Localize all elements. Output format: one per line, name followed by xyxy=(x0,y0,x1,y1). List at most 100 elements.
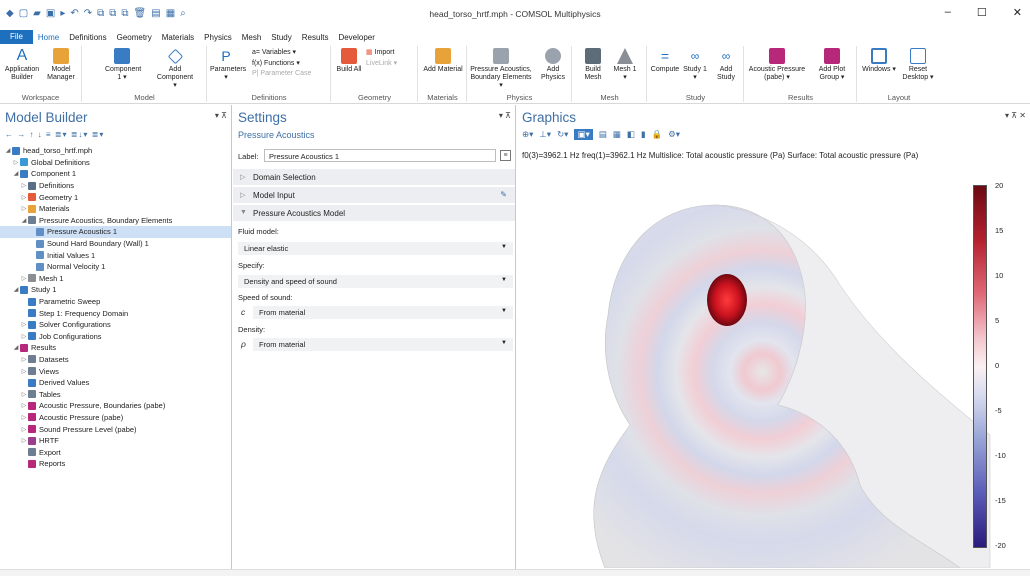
tree-node[interactable]: Normal Velocity 1 xyxy=(0,261,231,273)
tree-node[interactable]: ▷ Acoustic Pressure, Boundaries (pabe) xyxy=(0,400,231,412)
expand-arrow-icon[interactable]: ◢ xyxy=(12,170,20,177)
tree-node[interactable]: ▷ Job Configurations xyxy=(0,331,231,343)
tree-node[interactable]: Parametric Sweep xyxy=(0,296,231,308)
expand-arrow-icon[interactable]: ▷ xyxy=(20,437,28,444)
tab-mesh[interactable]: Mesh xyxy=(237,33,267,42)
tree-node[interactable]: Pressure Acoustics 1 xyxy=(0,226,231,238)
functions-button[interactable]: f(x) Functions ▾ xyxy=(252,59,300,67)
tree-node[interactable]: ▷ Views xyxy=(0,365,231,377)
tree-node[interactable]: ◢ Pressure Acoustics, Boundary Elements xyxy=(0,215,231,227)
select-box-icon[interactable]: ▤ xyxy=(599,129,607,140)
density-select[interactable]: From material ▼ xyxy=(253,338,513,351)
expand-arrow-icon[interactable]: ◢ xyxy=(12,286,20,293)
model-builder-toolbar[interactable]: ← → ↑ ↓ ≡ ≣▾ ≣↓▾ ≣▾ xyxy=(5,130,104,139)
tree-node[interactable]: Export xyxy=(0,446,231,458)
mesh1-button[interactable]: Mesh 1 ▾ xyxy=(611,48,639,82)
grid-icon[interactable]: ▦ xyxy=(613,129,621,140)
build-mesh-button[interactable]: Build Mesh xyxy=(579,48,607,82)
expand-arrow-icon[interactable]: ◢ xyxy=(20,217,28,224)
add-study-button[interactable]: ∞ Add Study xyxy=(712,48,740,82)
render-icon[interactable]: ▮ xyxy=(641,129,646,140)
tab-geometry[interactable]: Geometry xyxy=(112,33,157,42)
edit-icon[interactable]: ✎ xyxy=(500,190,507,199)
label-field[interactable]: Pressure Acoustics 1 xyxy=(264,149,496,162)
expand-arrow-icon[interactable]: ◢ xyxy=(12,344,20,351)
tree-node[interactable]: Derived Values xyxy=(0,377,231,389)
expand-arrow-icon[interactable]: ▷ xyxy=(20,275,28,282)
maximize-button[interactable]: ☐ xyxy=(977,6,987,19)
expand-arrow-icon[interactable]: ◢ xyxy=(4,147,12,154)
parameter-case-button[interactable]: P| Parameter Case xyxy=(252,70,311,77)
expand-arrow-icon[interactable]: ▷ xyxy=(20,194,28,201)
variables-button[interactable]: a= Variables ▾ xyxy=(252,48,296,56)
expand-arrow-icon[interactable]: ▷ xyxy=(20,356,28,363)
tree-node[interactable]: ◢ Results xyxy=(0,342,231,354)
add-material-button[interactable]: Add Material xyxy=(423,48,463,74)
tab-study[interactable]: Study xyxy=(266,33,296,42)
settings-pin-icon[interactable]: ▾ ⊼ xyxy=(499,111,511,120)
section-pressure-acoustics-model[interactable]: ▼ Pressure Acoustics Model xyxy=(233,204,515,221)
file-menu[interactable]: File xyxy=(0,30,33,44)
settings-gear-icon[interactable]: ⚙▾ xyxy=(668,129,680,140)
expand-arrow-icon[interactable]: ▷ xyxy=(20,414,28,421)
model-manager-button[interactable]: Model Manager xyxy=(44,48,78,82)
rotate-icon[interactable]: ↻▾ xyxy=(557,129,568,140)
livelink-button[interactable]: LiveLink ▾ xyxy=(366,59,397,67)
tree-node[interactable]: ▷ Definitions xyxy=(0,180,231,192)
add-plot-group-button[interactable]: Add Plot Group ▾ xyxy=(811,48,853,82)
tree-node[interactable]: ▷ Sound Pressure Level (pabe) xyxy=(0,423,231,435)
expand-arrow-icon[interactable]: ▷ xyxy=(20,182,28,189)
application-builder-button[interactable]: A Application Builder xyxy=(4,48,40,82)
tree-node[interactable]: ▷ Geometry 1 xyxy=(0,191,231,203)
windows-button[interactable]: Windows ▾ xyxy=(862,48,896,74)
reset-desktop-button[interactable]: Reset Desktop ▾ xyxy=(900,48,936,82)
panel-pin-icon[interactable]: ▾ ⊼ xyxy=(215,111,227,120)
tab-results[interactable]: Results xyxy=(297,33,334,42)
tab-physics[interactable]: Physics xyxy=(199,33,237,42)
expand-arrow-icon[interactable]: ▷ xyxy=(20,368,28,375)
tree-node[interactable]: ▷ Global Definitions xyxy=(0,157,231,169)
expand-arrow-icon[interactable]: ▷ xyxy=(20,205,28,212)
speed-of-sound-select[interactable]: From material ▼ xyxy=(253,306,513,319)
graphics-viewport[interactable] xyxy=(520,165,1016,568)
close-button[interactable]: ✕ xyxy=(1013,6,1022,19)
minimize-button[interactable]: – xyxy=(945,6,951,19)
pressure-acoustics-button[interactable]: Pressure Acoustics, Boundary Elements ▾ xyxy=(470,48,532,90)
section-domain-selection[interactable]: ▷ Domain Selection xyxy=(233,168,515,185)
tree-node[interactable]: ◢ head_torso_hrtf.mph xyxy=(0,145,231,157)
zoom-icon[interactable]: ⊕▾ xyxy=(522,129,533,140)
tree-node[interactable]: ▷ Acoustic Pressure (pabe) xyxy=(0,412,231,424)
transparency-icon[interactable]: ◧ xyxy=(627,129,635,140)
add-physics-button[interactable]: Add Physics xyxy=(538,48,568,82)
view-select-icon[interactable]: ▣▾ xyxy=(574,129,593,140)
tree-node[interactable]: Reports xyxy=(0,458,231,470)
study1-button[interactable]: ∞ Study 1 ▾ xyxy=(682,48,708,82)
axes-icon[interactable]: ⊥▾ xyxy=(539,129,551,140)
tree-node[interactable]: Step 1: Frequency Domain xyxy=(0,307,231,319)
import-button[interactable]: ▦ Import xyxy=(366,48,394,56)
tree-node[interactable]: ◢ Study 1 xyxy=(0,284,231,296)
expand-arrow-icon[interactable]: ▷ xyxy=(20,333,28,340)
tab-definitions[interactable]: Definitions xyxy=(64,33,111,42)
tree-node[interactable]: Initial Values 1 xyxy=(0,249,231,261)
tree-node[interactable]: ▷ Materials xyxy=(0,203,231,215)
tree-node[interactable]: Sound Hard Boundary (Wall) 1 xyxy=(0,238,231,250)
tree-node[interactable]: ▷ Solver Configurations xyxy=(0,319,231,331)
parameters-button[interactable]: P Parameters ▾ xyxy=(210,48,246,82)
graphics-pin-icon[interactable]: ▾ ⊼ ✕ xyxy=(1005,111,1026,120)
tree-node[interactable]: ▷ Tables xyxy=(0,388,231,400)
tab-home[interactable]: Home xyxy=(33,33,64,42)
expand-arrow-icon[interactable]: ▷ xyxy=(20,321,28,328)
tree-node[interactable]: ▷ Mesh 1 xyxy=(0,273,231,285)
expand-arrow-icon[interactable]: ▷ xyxy=(12,159,20,166)
tree-node[interactable]: ▷ HRTF xyxy=(0,435,231,447)
tab-developer[interactable]: Developer xyxy=(333,33,379,42)
tree-node[interactable]: ◢ Component 1 xyxy=(0,168,231,180)
expand-arrow-icon[interactable]: ▷ xyxy=(20,391,28,398)
specify-select[interactable]: Density and speed of sound ▼ xyxy=(238,275,513,288)
label-reset-icon[interactable]: ≡ xyxy=(500,150,511,161)
section-model-input[interactable]: ▷ Model Input ✎ xyxy=(233,186,515,203)
add-component-button[interactable]: Add Component ▾ xyxy=(155,48,195,90)
expand-arrow-icon[interactable]: ▷ xyxy=(20,426,28,433)
lock-icon[interactable]: 🔒 xyxy=(652,129,663,140)
